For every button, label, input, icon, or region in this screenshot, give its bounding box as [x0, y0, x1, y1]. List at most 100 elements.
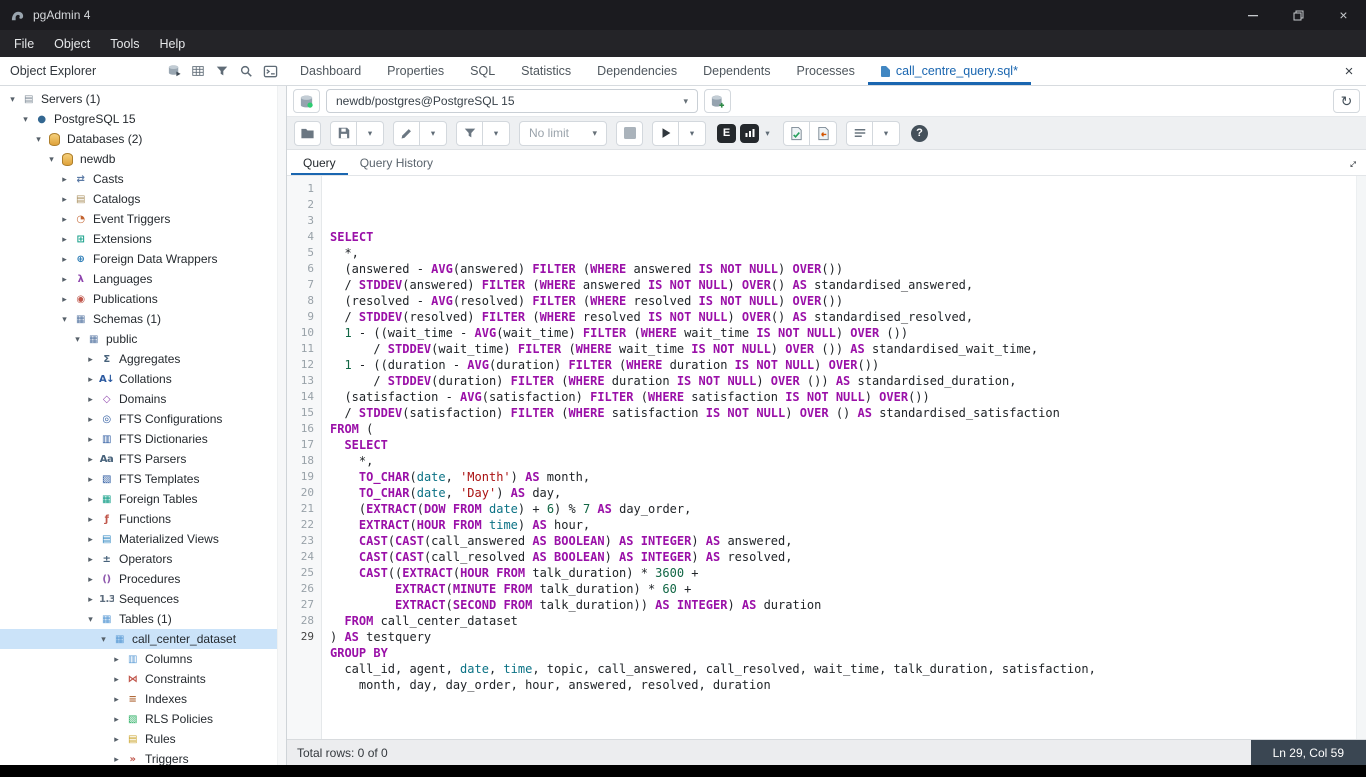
tree-item[interactable]: ▸ A↓ Collations — [0, 369, 286, 389]
tree-caret-icon[interactable]: ▸ — [110, 654, 123, 665]
close-window-button[interactable]: × — [1321, 0, 1366, 30]
tree-item[interactable]: ▸ » Triggers — [0, 749, 286, 765]
tree-item[interactable]: ▸ ◉ Publications — [0, 289, 286, 309]
cancel-query-button[interactable] — [616, 120, 643, 146]
tree-caret-icon[interactable]: ▸ — [58, 194, 71, 205]
query-tool-button[interactable] — [162, 59, 186, 83]
view-data-button[interactable] — [186, 59, 210, 83]
tree-item[interactable]: ▾ ▦ call_center_dataset — [0, 629, 286, 649]
tree-item[interactable]: ▸ Aa FTS Parsers — [0, 449, 286, 469]
filter-menu-caret[interactable]: ▾ — [483, 120, 510, 146]
tree-item[interactable]: ▸ ± Operators — [0, 549, 286, 569]
tree-item[interactable]: ▸ ƒ Functions — [0, 509, 286, 529]
edit-button[interactable] — [393, 120, 420, 146]
tree-item[interactable]: ▸ Σ Aggregates — [0, 349, 286, 369]
tree-caret-icon[interactable]: ▾ — [32, 134, 45, 145]
tree-item[interactable]: ▾ ▦ Tables (1) — [0, 609, 286, 629]
tree-item[interactable]: ▸ ▥ FTS Dictionaries — [0, 429, 286, 449]
tree-item[interactable]: ▸ ▥ Columns — [0, 649, 286, 669]
edit-menu-caret[interactable]: ▾ — [420, 120, 447, 146]
tree-caret-icon[interactable]: ▸ — [110, 714, 123, 725]
psql-tool-button[interactable] — [258, 59, 282, 83]
query-tab[interactable]: Query History — [348, 150, 445, 175]
connection-status-button[interactable] — [293, 89, 320, 113]
tree-item[interactable]: ▸ 1.3 Sequences — [0, 589, 286, 609]
filtered-rows-icon[interactable] — [210, 59, 234, 83]
tab[interactable]: Processes — [784, 57, 868, 85]
tree-caret-icon[interactable]: ▸ — [110, 734, 123, 745]
tab-call-centre-query[interactable]: call_centre_query.sql* — [868, 57, 1031, 85]
tree-item[interactable]: ▸ ▧ FTS Templates — [0, 469, 286, 489]
tab[interactable]: Dependents — [690, 57, 783, 85]
sql-code[interactable]: SELECT *, (answered - AVG(answered) FILT… — [322, 176, 1366, 739]
tree-item[interactable]: ▸ () Procedures — [0, 569, 286, 589]
tree-caret-icon[interactable]: ▸ — [110, 754, 123, 765]
tree-caret-icon[interactable]: ▸ — [84, 434, 97, 445]
limit-select[interactable]: No limit ▾ — [519, 120, 607, 146]
tree-caret-icon[interactable]: ▾ — [71, 334, 84, 345]
tree-item[interactable]: ▾ Databases (2) — [0, 129, 286, 149]
tab[interactable]: Dependencies — [584, 57, 690, 85]
macro-menu-caret[interactable]: ▾ — [873, 120, 900, 146]
tree-item[interactable]: ▸ ▤ Rules — [0, 729, 286, 749]
expand-panel-button[interactable]: ↔ — [1336, 150, 1366, 175]
tree-caret-icon[interactable]: ▸ — [84, 494, 97, 505]
tab[interactable]: Statistics — [508, 57, 584, 85]
tree-item[interactable]: ▸ ⊕ Foreign Data Wrappers — [0, 249, 286, 269]
tree-caret-icon[interactable]: ▸ — [84, 374, 97, 385]
filter-button[interactable] — [456, 120, 483, 146]
menu-item[interactable]: Tools — [100, 30, 149, 57]
tree-caret-icon[interactable]: ▸ — [84, 534, 97, 545]
explain-analyze-button[interactable] — [738, 123, 761, 143]
tree-item[interactable]: ▸ ▧ RLS Policies — [0, 709, 286, 729]
tree-item[interactable]: ▸ ⋈ Constraints — [0, 669, 286, 689]
tree-item[interactable]: ▸ ▤ Materialized Views — [0, 529, 286, 549]
sql-editor[interactable]: 1 2 3 4 5 6 7 8 9 10 11 12 13 14 15 16 17 18 19 20 21 22 23 24 2… — [287, 176, 1366, 739]
tree-caret-icon[interactable]: ▸ — [58, 214, 71, 225]
tree-caret-icon[interactable]: ▸ — [58, 254, 71, 265]
tree-caret-icon[interactable]: ▸ — [58, 274, 71, 285]
tree-caret-icon[interactable]: ▸ — [84, 514, 97, 525]
tree-caret-icon[interactable]: ▸ — [84, 454, 97, 465]
menu-item[interactable]: Object — [44, 30, 100, 57]
menu-item[interactable]: Help — [149, 30, 195, 57]
execute-menu-caret[interactable]: ▾ — [679, 120, 706, 146]
explain-menu-caret[interactable]: ▾ — [761, 128, 774, 139]
search-objects-button[interactable] — [234, 59, 258, 83]
tree-caret-icon[interactable]: ▸ — [110, 674, 123, 685]
rollback-button[interactable] — [810, 120, 837, 146]
tree-item[interactable]: ▸ ▦ Foreign Tables — [0, 489, 286, 509]
restore-button[interactable] — [1276, 0, 1321, 30]
tree-caret-icon[interactable]: ▾ — [6, 94, 19, 105]
help-button[interactable]: ? — [909, 124, 930, 142]
tree-item[interactable]: ▸ ◇ Domains — [0, 389, 286, 409]
tree-caret-icon[interactable]: ▸ — [110, 694, 123, 705]
tree-caret-icon[interactable]: ▸ — [84, 394, 97, 405]
tree-item[interactable]: ▾ ▤ Servers (1) — [0, 89, 286, 109]
tree-caret-icon[interactable]: ▾ — [84, 614, 97, 625]
tree-item[interactable]: ▸ ◎ FTS Configurations — [0, 409, 286, 429]
save-button[interactable] — [330, 120, 357, 146]
tree-item[interactable]: ▸ ⇄ Casts — [0, 169, 286, 189]
tree-caret-icon[interactable]: ▸ — [58, 234, 71, 245]
tree-item[interactable]: ▾ ▦ Schemas (1) — [0, 309, 286, 329]
tab[interactable]: Properties — [374, 57, 457, 85]
tree-caret-icon[interactable]: ▸ — [84, 354, 97, 365]
tree-caret-icon[interactable]: ▾ — [58, 314, 71, 325]
new-connection-button[interactable] — [704, 89, 731, 113]
tree-caret-icon[interactable]: ▸ — [84, 554, 97, 565]
menu-item[interactable]: File — [4, 30, 44, 57]
tree-caret-icon[interactable]: ▸ — [84, 574, 97, 585]
tree-caret-icon[interactable]: ▾ — [97, 634, 110, 645]
tree-caret-icon[interactable]: ▸ — [84, 594, 97, 605]
editor-scrollbar[interactable] — [1356, 176, 1366, 739]
explain-button[interactable]: E — [715, 123, 738, 143]
tab[interactable]: SQL — [457, 57, 508, 85]
tree-item[interactable]: ▸ λ Languages — [0, 269, 286, 289]
open-file-button[interactable] — [294, 120, 321, 146]
save-menu-caret[interactable]: ▾ — [357, 120, 384, 146]
commit-button[interactable] — [783, 120, 810, 146]
sidebar-scrollbar[interactable] — [277, 86, 286, 765]
tree-item[interactable]: ▸ ◔ Event Triggers — [0, 209, 286, 229]
tree-caret-icon[interactable]: ▸ — [84, 474, 97, 485]
